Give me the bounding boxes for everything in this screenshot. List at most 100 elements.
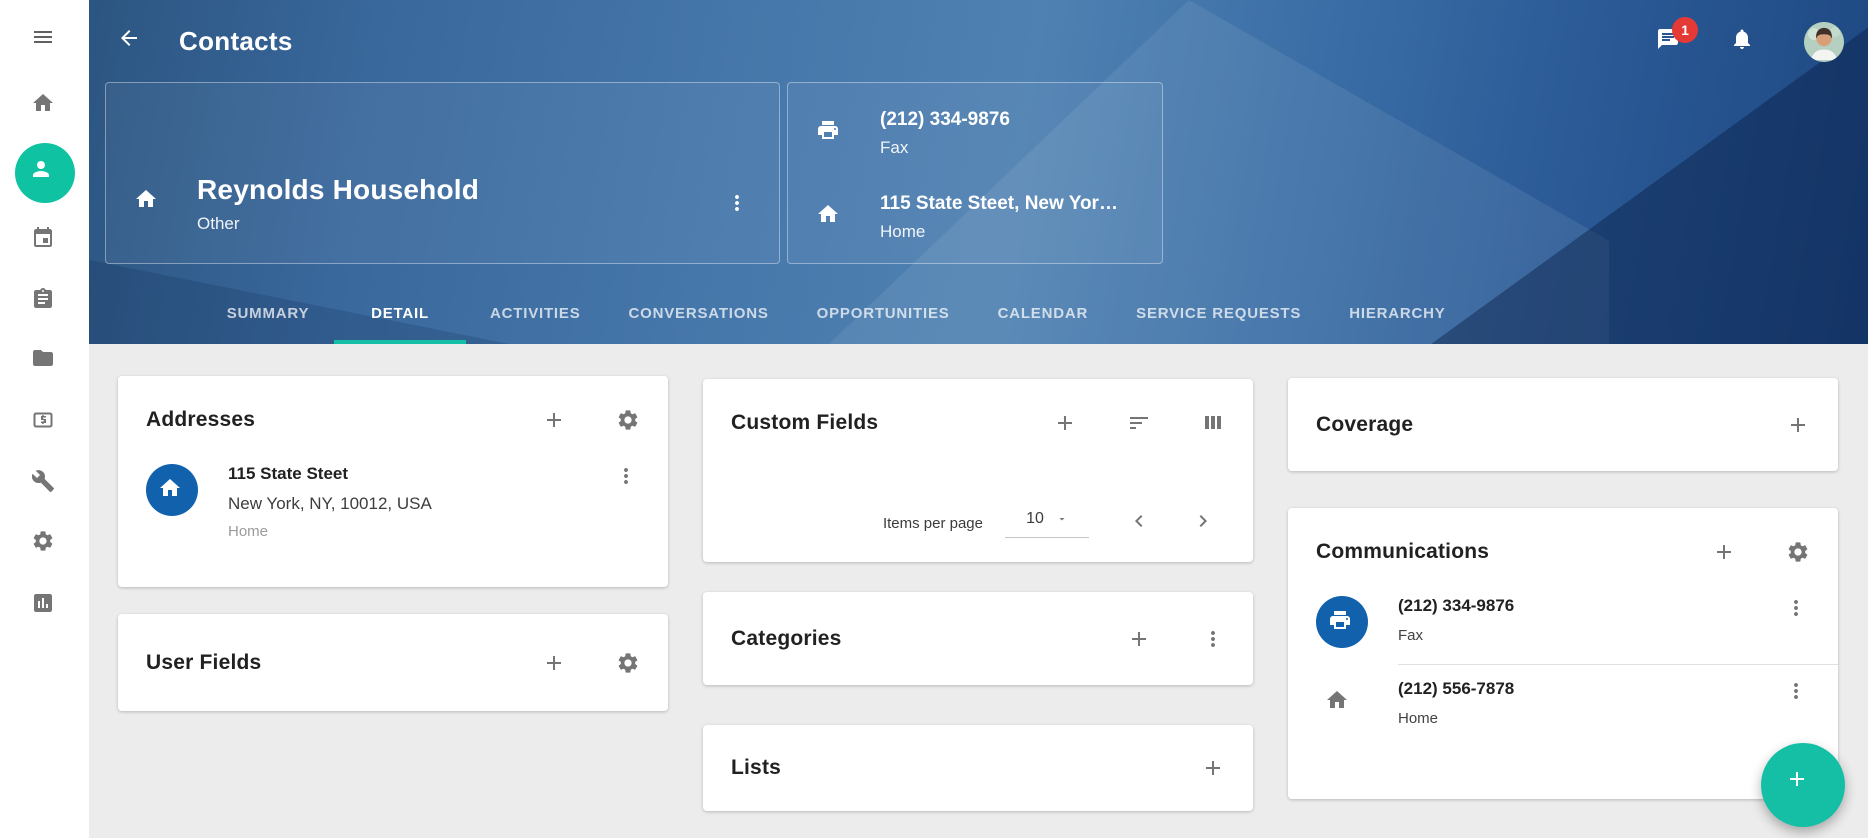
next-page-button[interactable] xyxy=(1191,509,1217,538)
address-list-item[interactable]: 115 State Steet New York, NY, 10012, USA… xyxy=(118,464,668,540)
sidebar-item-reports[interactable] xyxy=(0,579,89,631)
entity-text: Reynolds Household Other xyxy=(197,174,479,234)
communications-settings-button[interactable] xyxy=(1786,540,1810,564)
add-category-button[interactable] xyxy=(1127,627,1151,651)
sidebar-item-settings[interactable] xyxy=(0,517,89,569)
sidebar-item-files[interactable] xyxy=(0,334,89,386)
custom-fields-header: Custom Fields xyxy=(703,379,1253,467)
user-fields-settings-button[interactable] xyxy=(616,651,640,675)
tab-service-requests[interactable]: SERVICE REQUESTS xyxy=(1112,282,1325,344)
categories-header: Categories xyxy=(703,592,1253,685)
plus-icon xyxy=(1786,413,1810,437)
add-address-button[interactable] xyxy=(542,408,566,432)
sidebar-item-tasks[interactable] xyxy=(0,275,89,327)
active-item-circle xyxy=(15,143,75,203)
sort-custom-fields-button[interactable] xyxy=(1127,411,1151,435)
sidebar-item-tools[interactable] xyxy=(0,457,89,509)
communication-menu-button[interactable] xyxy=(1784,596,1808,623)
wrench-icon xyxy=(31,469,59,497)
card-title: Categories xyxy=(731,627,842,651)
sort-icon xyxy=(1127,411,1151,435)
menu-button[interactable] xyxy=(0,13,89,65)
avatar[interactable] xyxy=(1804,22,1844,62)
tab-conversations[interactable]: CONVERSATIONS xyxy=(605,282,793,344)
home-phone-icon-wrap xyxy=(1316,679,1368,731)
addresses-settings-button[interactable] xyxy=(616,408,640,432)
columns-view-button[interactable] xyxy=(1201,411,1225,435)
coverage-header: Coverage xyxy=(1288,378,1838,471)
categories-menu-button[interactable] xyxy=(1201,627,1225,651)
chat-badge: 1 xyxy=(1672,17,1698,43)
card-title: Addresses xyxy=(146,408,255,432)
coverage-card: Coverage xyxy=(1288,378,1838,471)
sidebar-item-home[interactable] xyxy=(0,79,89,131)
card-title: Custom Fields xyxy=(731,411,878,435)
plus-icon xyxy=(1127,627,1151,651)
divider xyxy=(1398,664,1838,665)
add-fab-button[interactable] xyxy=(1761,743,1845,827)
add-user-field-button[interactable] xyxy=(542,651,566,675)
plus-icon xyxy=(542,651,566,675)
add-coverage-button[interactable] xyxy=(1786,413,1810,437)
home-icon xyxy=(1325,688,1359,722)
quick-info-text: (212) 334-9876 Fax xyxy=(880,109,1010,158)
address-icon-circle xyxy=(146,464,198,516)
kebab-icon xyxy=(1784,596,1808,620)
communication-text: (212) 556-7878 Home xyxy=(1398,679,1514,727)
communication-item-fax[interactable]: (212) 334-9876 Fax xyxy=(1288,596,1838,648)
address-line1: 115 State Steet xyxy=(228,464,432,484)
dollar-card-icon xyxy=(31,408,59,436)
avatar-photo xyxy=(1804,22,1844,62)
notifications-button[interactable] xyxy=(1730,27,1758,58)
detail-content: Addresses 115 State Steet New York, NY, … xyxy=(89,344,1868,838)
messages-button[interactable]: 1 xyxy=(1656,27,1684,58)
user-fields-card: User Fields xyxy=(118,614,668,711)
tab-hierarchy[interactable]: HIERARCHY xyxy=(1325,282,1469,344)
previous-page-button[interactable] xyxy=(1127,509,1153,538)
tab-bar: SUMMARY DETAIL ACTIVITIES CONVERSATIONS … xyxy=(202,282,1470,344)
communications-card: Communications (212) 334-9876 Fax xyxy=(1288,508,1838,799)
page-size-select[interactable]: 10 xyxy=(1005,510,1089,538)
home-icon xyxy=(31,91,59,119)
tab-activities[interactable]: ACTIVITIES xyxy=(466,282,605,344)
add-custom-field-button[interactable] xyxy=(1053,411,1077,435)
add-list-button[interactable] xyxy=(1201,756,1225,780)
kebab-icon xyxy=(614,464,638,488)
communications-header: Communications xyxy=(1288,508,1838,596)
quick-info-card[interactable]: (212) 334-9876 Fax 115 State Steet, New … xyxy=(787,82,1163,264)
plus-icon xyxy=(1053,411,1077,435)
tab-summary[interactable]: SUMMARY xyxy=(202,282,334,344)
communication-label: Home xyxy=(1398,710,1514,727)
user-fields-header: User Fields xyxy=(118,614,668,711)
gear-icon xyxy=(1786,540,1810,564)
tab-opportunities[interactable]: OPPORTUNITIES xyxy=(793,282,974,344)
back-button[interactable] xyxy=(117,26,145,57)
lists-header: Lists xyxy=(703,725,1253,811)
card-title: Lists xyxy=(731,756,781,780)
fax-icon-circle xyxy=(1316,596,1368,648)
tab-calendar[interactable]: CALENDAR xyxy=(974,282,1113,344)
kebab-icon xyxy=(725,191,749,215)
sidebar-item-calendar[interactable] xyxy=(0,214,89,266)
entity-menu-button[interactable] xyxy=(725,191,749,218)
communication-item-home[interactable]: (212) 556-7878 Home xyxy=(1288,679,1838,731)
entity-type: Other xyxy=(197,214,479,234)
hamburger-menu-icon xyxy=(31,25,59,53)
app-bar-actions: 1 xyxy=(1656,22,1868,62)
bell-icon xyxy=(1730,27,1758,55)
entity-summary-card[interactable]: Reynolds Household Other xyxy=(105,82,780,264)
tab-detail[interactable]: DETAIL xyxy=(334,282,466,344)
sidebar-item-contacts-active[interactable] xyxy=(0,141,89,205)
lists-card: Lists xyxy=(703,725,1253,811)
address-label: Home xyxy=(880,222,1118,242)
fax-printer-icon xyxy=(816,118,846,148)
sidebar-item-billing[interactable] xyxy=(0,396,89,448)
communication-menu-button[interactable] xyxy=(1784,679,1808,706)
plus-icon xyxy=(1201,756,1225,780)
address-menu-button[interactable] xyxy=(614,464,638,491)
quick-info-text: 115 State Steet, New Yor… Home xyxy=(880,193,1118,242)
add-communication-button[interactable] xyxy=(1712,540,1736,564)
page-size-value: 10 xyxy=(1026,510,1044,528)
bar-chart-icon xyxy=(31,591,59,619)
gear-icon xyxy=(616,651,640,675)
